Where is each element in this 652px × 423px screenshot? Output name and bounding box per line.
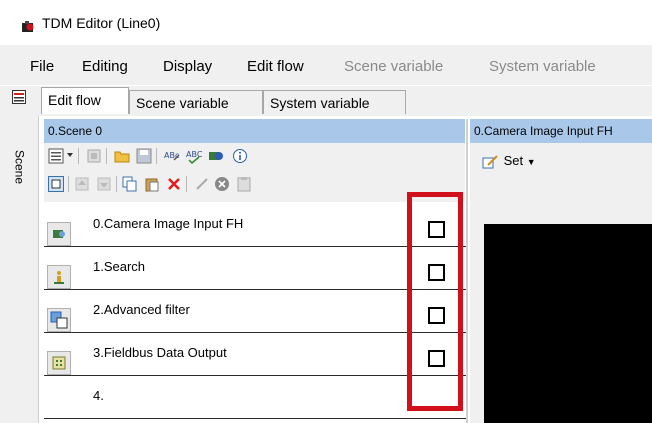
checkbox-column-highlight xyxy=(407,192,463,411)
info-icon[interactable] xyxy=(232,148,248,164)
scene-toolbar-top: ABc ABC xyxy=(44,143,465,169)
menu-bar: File Editing Display Edit flow Scene var… xyxy=(0,45,652,85)
flow-item-label: 3.Fieldbus Data Output xyxy=(93,345,227,360)
flow-item-4[interactable]: 4. xyxy=(44,376,466,419)
scene-side-tab[interactable]: Scene xyxy=(8,150,30,187)
paste-icon[interactable] xyxy=(144,176,160,192)
tab-scene-variable[interactable]: Scene variable xyxy=(129,90,263,114)
filter-icon xyxy=(47,308,71,332)
window-title: TDM Editor (Line0) xyxy=(42,15,161,31)
svg-text:ABc: ABc xyxy=(164,151,179,160)
tab-edit-flow[interactable]: Edit flow xyxy=(41,87,129,114)
select-mode-icon[interactable] xyxy=(48,176,64,192)
set-button[interactable]: Set ▼ xyxy=(482,153,536,169)
toolbar-separator xyxy=(186,176,187,192)
set-dropdown-arrow-icon: ▼ xyxy=(526,157,536,167)
search-unit-icon xyxy=(47,265,71,289)
flow-item-label: 0.Camera Image Input FH xyxy=(93,216,244,231)
toolbar-separator xyxy=(106,148,107,164)
scene-toolbar-bottom xyxy=(44,169,465,202)
title-bar: TDM Editor (Line0) xyxy=(0,0,652,42)
tab-system-variable[interactable]: System variable xyxy=(263,90,406,114)
camera-input-icon xyxy=(47,222,71,246)
tab-scene-variable-label: Scene variable xyxy=(136,95,229,111)
save-icon[interactable] xyxy=(136,148,152,164)
edit-pencil-icon[interactable] xyxy=(194,176,210,192)
flow-item-3[interactable]: 3.Fieldbus Data Output xyxy=(44,333,466,376)
unit-panel-header: 0.Camera Image Input FH xyxy=(470,119,652,143)
svg-text:ABC: ABC xyxy=(186,150,202,159)
set-button-label: Set xyxy=(503,153,524,168)
clipboard-icon[interactable] xyxy=(236,176,252,192)
fieldbus-output-icon xyxy=(47,351,71,375)
toolbar-separator xyxy=(116,176,117,192)
camera-setting-icon[interactable] xyxy=(208,148,224,164)
toolbar-separator xyxy=(78,148,79,164)
cancel-circle-icon[interactable] xyxy=(214,176,230,192)
move-down-icon[interactable] xyxy=(96,176,112,192)
rename-icon[interactable]: ABc xyxy=(164,148,180,164)
open-folder-icon[interactable] xyxy=(114,148,130,164)
scene-panel-header: 0.Scene 0 xyxy=(44,119,465,143)
panel-pin-icon[interactable] xyxy=(12,90,26,104)
unit-title: 0.Camera Image Input FH xyxy=(474,124,613,138)
menu-system-variable[interactable]: System variable xyxy=(489,58,596,75)
flow-item-label: 4. xyxy=(93,388,104,403)
dropdown-arrow-icon[interactable] xyxy=(66,151,74,159)
list-view-icon[interactable] xyxy=(48,148,64,164)
menu-file[interactable]: File xyxy=(30,58,54,75)
camera-image-view[interactable] xyxy=(484,224,652,423)
toolbar-separator xyxy=(156,148,157,164)
menu-edit-flow[interactable]: Edit flow xyxy=(247,58,304,75)
panel-splitter[interactable] xyxy=(466,119,468,423)
tab-edit-flow-label: Edit flow xyxy=(48,92,101,108)
flow-item-0[interactable]: 0.Camera Image Input FH xyxy=(44,204,466,247)
toolbar-separator xyxy=(68,176,69,192)
flow-list: 0.Camera Image Input FH 1.Search 2.Advan… xyxy=(44,204,466,423)
spell-check-icon[interactable]: ABC xyxy=(186,148,202,164)
scene-title: 0.Scene 0 xyxy=(48,124,103,138)
delete-icon[interactable] xyxy=(166,176,182,192)
side-strip xyxy=(0,86,39,423)
set-edit-icon xyxy=(482,154,498,169)
flow-item-label: 2.Advanced filter xyxy=(93,302,190,317)
scene-side-tab-label: Scene xyxy=(12,150,27,185)
menu-editing[interactable]: Editing xyxy=(82,58,128,75)
app-icon xyxy=(22,21,34,32)
tab-system-variable-label: System variable xyxy=(270,95,370,111)
flow-item-1[interactable]: 1.Search xyxy=(44,247,466,290)
menu-scene-variable[interactable]: Scene variable xyxy=(344,58,443,75)
flow-item-label: 1.Search xyxy=(93,259,146,274)
menu-display[interactable]: Display xyxy=(163,58,212,75)
move-up-icon[interactable] xyxy=(74,176,90,192)
copy-icon[interactable] xyxy=(122,176,138,192)
new-scene-icon[interactable] xyxy=(86,148,102,164)
flow-item-2[interactable]: 2.Advanced filter xyxy=(44,290,466,333)
